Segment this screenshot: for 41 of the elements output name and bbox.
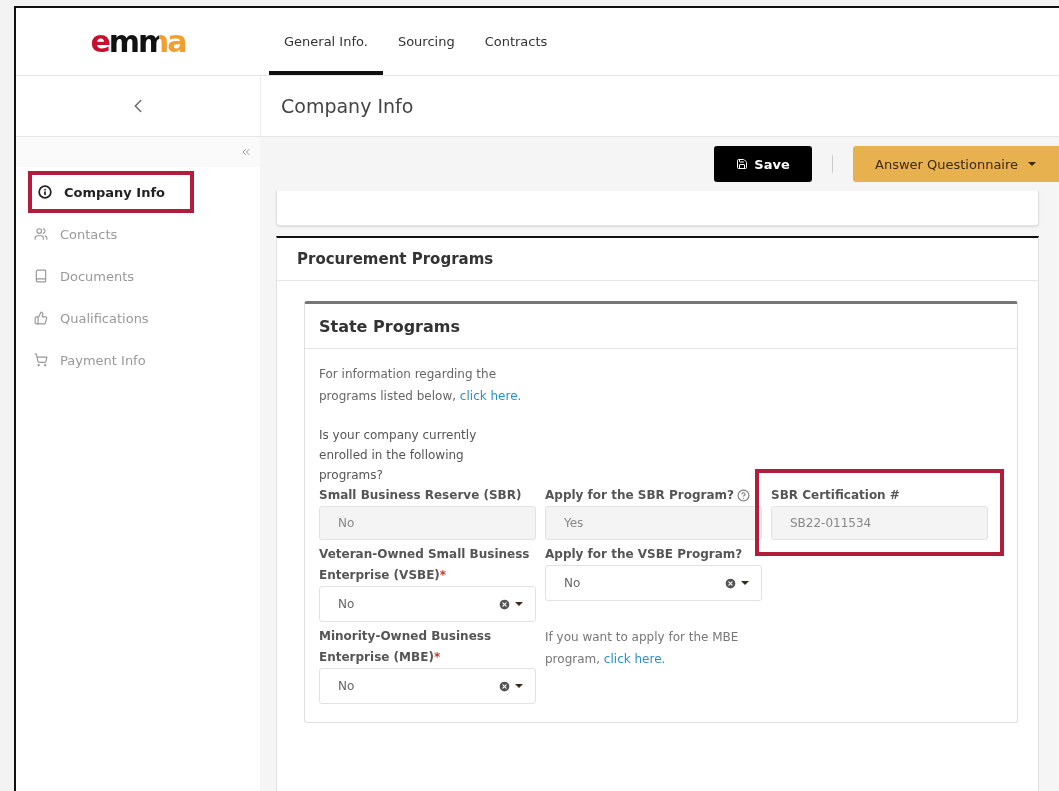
field-label: Apply for the SBR Program?: [545, 485, 762, 506]
caret-icon: [741, 581, 749, 585]
readonly-field[interactable]: No: [319, 506, 536, 540]
select-field[interactable]: No: [319, 668, 536, 704]
field-label: Veteran-Owned Small Business Enterprise (VSBE)*: [319, 546, 531, 584]
clear-icon[interactable]: [498, 597, 511, 611]
cart-icon: [34, 353, 48, 367]
section-title: Procurement Programs: [277, 238, 1038, 281]
select-field[interactable]: No: [319, 586, 536, 622]
clear-icon[interactable]: [724, 576, 737, 590]
help-icon[interactable]: [737, 489, 750, 502]
question-text: Is your company currently enrolled in the following programs?: [319, 427, 478, 484]
info-note: If you want to apply for the MBE program, click here.: [545, 629, 740, 668]
save-button[interactable]: Save: [714, 146, 812, 182]
save-icon: [736, 158, 749, 170]
sidebar-item[interactable]: Company Info: [28, 171, 194, 213]
readonly-field[interactable]: SB22-011534: [771, 506, 988, 540]
thumbs-up-icon: [34, 311, 48, 325]
info-icon: [38, 185, 52, 199]
nav-tab[interactable]: General Info.: [269, 8, 383, 75]
nav-tab[interactable]: Sourcing: [382, 8, 470, 75]
page-title: Company Info: [280, 94, 414, 119]
clear-icon[interactable]: [498, 679, 511, 693]
caret-icon: [515, 684, 523, 688]
field-label: Small Business Reserve (SBR): [319, 487, 523, 504]
caret-icon: [1028, 162, 1037, 166]
field-label: Apply for the VSBE Program?: [545, 546, 744, 563]
users-icon: [34, 227, 48, 241]
readonly-field[interactable]: Yes: [545, 506, 762, 540]
collapse-icon[interactable]: [240, 146, 252, 158]
field-label: Minority-Owned Business Enterprise (MBE)*: [319, 628, 493, 666]
answer-questionnaire-button[interactable]: Answer Questionnaire: [853, 146, 1059, 182]
book-icon: [34, 269, 48, 283]
nav-tab[interactable]: Contracts: [469, 8, 563, 75]
caret-icon: [515, 602, 523, 606]
field-label: SBR Certification #: [771, 487, 901, 504]
select-field[interactable]: No: [545, 565, 762, 601]
click-here-link[interactable]: click here.: [603, 652, 666, 666]
panel-title: State Programs: [305, 304, 1017, 349]
intro-text: For information regarding the programs listed below, click here.: [319, 366, 523, 405]
click-here-link[interactable]: click here.: [459, 389, 522, 403]
